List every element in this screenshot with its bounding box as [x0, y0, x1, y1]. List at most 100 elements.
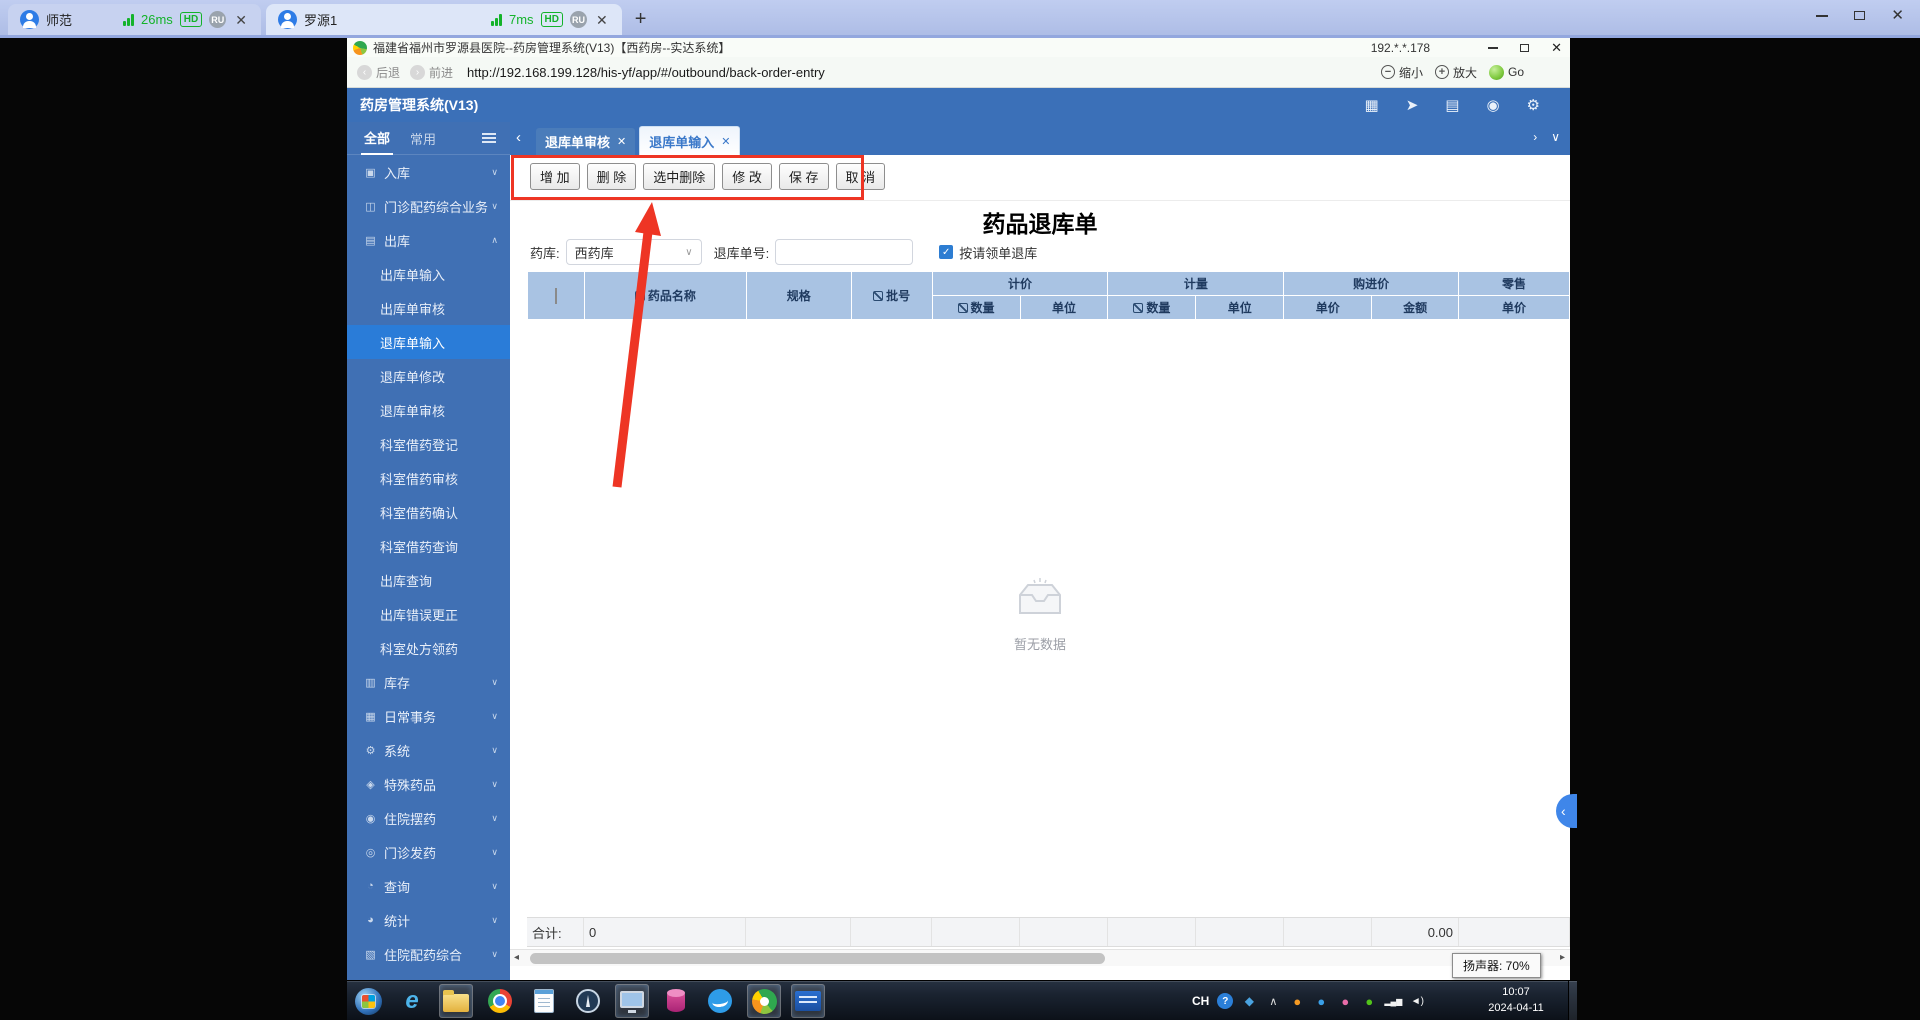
tab-close-icon[interactable]: ✕ [721, 135, 730, 148]
column-label: 单位 [1227, 301, 1252, 315]
tab-退库单输入[interactable]: 退库单输入 ✕ [639, 126, 741, 155]
sidebar-item-退库单审核[interactable]: 退库单审核 [347, 393, 510, 427]
network-icon[interactable]: ▂▄▆ [1384, 993, 1402, 1009]
tab-label: 退库单输入 [649, 134, 715, 150]
sidebar-item-统计[interactable]: ◕ 统计 ∨ [347, 903, 510, 937]
blue-app-icon[interactable]: ● [1313, 993, 1329, 1009]
sidebar-item-门诊发药[interactable]: ◎ 门诊发药 ∨ [347, 835, 510, 869]
gear-icon[interactable]: ⚙ [1527, 98, 1540, 113]
sidebar-item-日常事务[interactable]: ▦ 日常事务 ∨ [347, 699, 510, 733]
shida-icon[interactable] [791, 984, 825, 1018]
annotation-box [511, 155, 864, 200]
bird-icon[interactable] [703, 984, 737, 1018]
sidebar-item-入库[interactable]: ▣ 入库 ∨ [347, 155, 510, 189]
sidebar-item-住院摆药[interactable]: ◉ 住院摆药 ∨ [347, 801, 510, 835]
sidebar-item-科室借药审核[interactable]: 科室借药审核 [347, 461, 510, 495]
horizontal-scrollbar[interactable]: ◂ ▸ [510, 949, 1570, 966]
client-close-icon[interactable]: ✕ [1891, 8, 1904, 23]
sidebar-item-科室借药查询[interactable]: 科室借药查询 [347, 529, 510, 563]
sidebar-item-退库单修改[interactable]: 退库单修改 [347, 359, 510, 393]
sidebar-item-label: 住院配药综合 [384, 947, 463, 963]
zoom-in-button[interactable]: + 放大 [1434, 64, 1477, 81]
panel-icon[interactable]: ▤ [1445, 98, 1459, 113]
tab-退库单审核[interactable]: 退库单审核 ✕ [536, 128, 636, 155]
column-header-计价-数量: 数量 [931, 295, 1021, 320]
restore-icon[interactable] [1520, 40, 1535, 52]
scroll-right-arrow-icon[interactable]: ▸ [1560, 952, 1565, 963]
sidebar-item-label: 住院摆药 [384, 811, 437, 827]
address-bar[interactable]: http://192.168.199.128/his-yf/app/#/outb… [467, 65, 825, 80]
tab-close-icon[interactable]: ✕ [617, 135, 626, 148]
remote-viewer-icon[interactable] [615, 984, 649, 1018]
sidebar-tab-common[interactable]: 常用 [407, 122, 439, 155]
green-app-icon[interactable]: ● [1361, 993, 1377, 1009]
sidebar-item-门诊配药综合业务[interactable]: ◫ 门诊配药综合业务 ∨ [347, 189, 510, 223]
taskbar-clock[interactable]: 10:07 2024-04-11 [1477, 985, 1555, 1017]
zoom-out-button[interactable]: − 缩小 [1380, 64, 1423, 81]
sidebar-item-出库错误更正[interactable]: 出库错误更正 [347, 597, 510, 631]
sidebar-item-系统[interactable]: ⚙ 系统 ∨ [347, 733, 510, 767]
orange-app-icon[interactable]: ● [1289, 993, 1305, 1009]
pink-app-icon[interactable]: ● [1337, 993, 1353, 1009]
show-desktop-button[interactable] [1568, 981, 1577, 1020]
column-label: 规格 [786, 289, 811, 303]
tab-close-icon[interactable]: ✕ [233, 13, 249, 27]
close-icon[interactable]: ✕ [1551, 41, 1562, 54]
by-requisition-checkbox[interactable]: ✓ [939, 245, 954, 259]
sidebar-item-特殊药品[interactable]: ◈ 特殊药品 ∨ [347, 767, 510, 801]
sidebar-item-出库查询[interactable]: 出库查询 [347, 563, 510, 597]
chevron-down-icon: ∨ [491, 846, 498, 857]
page-title: 药品退库单 [982, 211, 1098, 237]
help-icon[interactable]: ? [1217, 993, 1234, 1009]
sidebar-item-科室借药确认[interactable]: 科室借药确认 [347, 495, 510, 529]
eye-icon[interactable]: ◉ [1486, 98, 1499, 113]
notepad-icon[interactable] [527, 984, 561, 1018]
client-minimize-icon[interactable] [1816, 14, 1829, 17]
compass-icon[interactable] [571, 984, 605, 1018]
sidebar-item-查询[interactable]: ◔ 查询 ∨ [347, 869, 510, 903]
tab-list-chevron-icon[interactable]: ∨ [1551, 130, 1560, 144]
database-icon[interactable] [659, 984, 693, 1018]
shield-icon[interactable]: ◆ [1241, 993, 1257, 1009]
sidebar-item-出库单输入[interactable]: 出库单输入 [347, 257, 510, 291]
back-button[interactable]: ‹ 后退 [357, 64, 400, 81]
start-button[interactable] [351, 984, 385, 1018]
tab-close-icon[interactable]: ✕ [594, 13, 610, 27]
volume-icon[interactable]: ◄) [1409, 993, 1425, 1009]
scrollbar-thumb[interactable] [530, 953, 1105, 964]
go-button[interactable]: Go [1488, 64, 1524, 80]
chrome-icon[interactable] [483, 984, 517, 1018]
warehouse-select[interactable]: 西药库 ∨ [565, 239, 702, 265]
tab-scroll-left-icon[interactable]: ‹ [516, 129, 521, 146]
sidebar-item-住院配药综合[interactable]: ▧ 住院配药综合 ∨ [347, 937, 510, 971]
sidebar-item-科室处方领药[interactable]: 科室处方领药 [347, 631, 510, 665]
send-icon[interactable]: ➤ [1406, 98, 1419, 113]
sidebar-item-出库单审核[interactable]: 出库单审核 [347, 291, 510, 325]
ime-indicator[interactable]: CH [1192, 994, 1209, 1008]
sidebar-tab-all[interactable]: 全部 [361, 122, 394, 155]
pharmacy-logo-icon[interactable] [747, 984, 781, 1018]
remote-session-tab[interactable]: 师范 26ms HD RU ✕ [8, 4, 261, 35]
display-icon[interactable]: ▦ [1365, 98, 1379, 113]
screen: 福建省福州市罗源县医院--药房管理系统(V13)【西药房--实达系统】 192.… [0, 0, 1920, 1020]
sidebar-item-库存[interactable]: ▥ 库存 ∨ [347, 665, 510, 699]
select-all-checkbox[interactable] [554, 287, 557, 304]
order-no-input[interactable] [775, 239, 914, 265]
sidebar-item-出库[interactable]: ▤ 出库 ∧ [347, 223, 510, 257]
sidebar-item-label: 特殊药品 [384, 777, 437, 793]
scroll-left-arrow-icon[interactable]: ◂ [514, 952, 519, 963]
new-tab-button[interactable]: + [635, 9, 647, 29]
edit-icon [957, 303, 968, 313]
sidebar-item-退库单输入[interactable]: 退库单输入 [347, 325, 510, 359]
forward-button[interactable]: › 前进 [410, 64, 453, 81]
tab-scroll-right-icon[interactable]: › [1533, 130, 1537, 144]
client-maximize-icon[interactable] [1854, 11, 1866, 20]
chevron-up-icon[interactable]: ∧ [1265, 993, 1281, 1009]
minimize-icon[interactable] [1488, 46, 1499, 49]
ie-icon[interactable]: e [395, 984, 429, 1018]
remote-session-tab[interactable]: 罗源1 7ms HD RU ✕ [265, 4, 622, 35]
sidebar-item-科室借药登记[interactable]: 科室借药登记 [347, 427, 510, 461]
folder-icon[interactable] [439, 984, 473, 1018]
group-header-计价: 计价 [931, 271, 1109, 296]
menu-collapse-icon[interactable] [482, 133, 496, 143]
